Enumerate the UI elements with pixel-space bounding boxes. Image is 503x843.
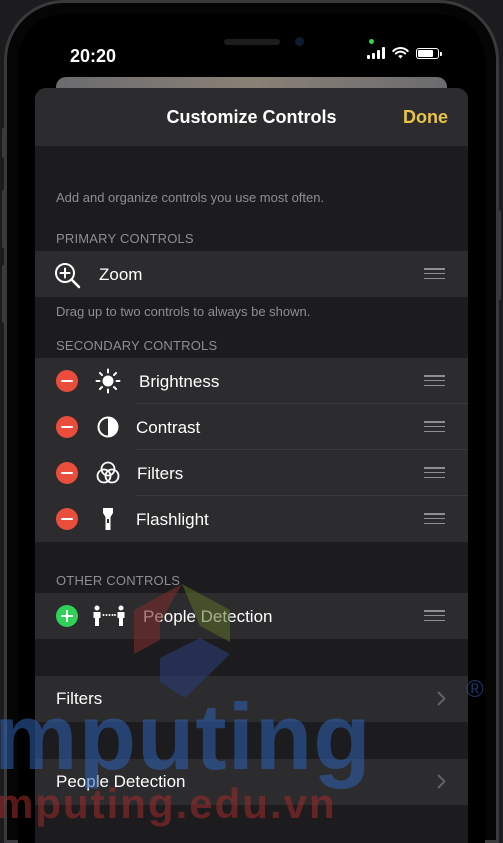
control-label-filters: Filters xyxy=(137,464,184,483)
add-people-detection-button[interactable] xyxy=(56,605,78,627)
customize-controls-sheet: Customize Controls Done Add and organize… xyxy=(35,88,468,843)
people-detection-icon xyxy=(92,605,126,627)
camera-in-use-indicator xyxy=(369,39,374,44)
cellular-signal-icon xyxy=(367,47,385,59)
zoom-icon xyxy=(54,262,81,289)
screen: 20:20 Customize Controls Done Add and or xyxy=(18,14,485,843)
wifi-icon xyxy=(392,47,409,59)
sheet-header: Customize Controls Done xyxy=(35,88,468,146)
control-label-people-detection: People Detection xyxy=(143,607,273,626)
nav-row-people-detection[interactable]: People Detection xyxy=(35,759,468,805)
status-icons xyxy=(367,47,442,59)
other-controls-header: OTHER CONTROLS xyxy=(56,573,181,588)
remove-flashlight-button[interactable] xyxy=(56,508,78,530)
control-label-brightness: Brightness xyxy=(139,372,220,391)
control-label-flashlight: Flashlight xyxy=(136,510,209,529)
nav-label-filters: Filters xyxy=(56,689,103,708)
flashlight-icon xyxy=(102,507,114,531)
earpiece-speaker xyxy=(224,39,280,45)
secondary-control-row-filters: Filters xyxy=(35,450,468,496)
primary-controls-header: PRIMARY CONTROLS xyxy=(56,231,194,246)
secondary-controls-header: SECONDARY CONTROLS xyxy=(56,338,218,353)
reorder-handle-icon[interactable] xyxy=(424,421,445,432)
reorder-handle-icon[interactable] xyxy=(424,610,445,621)
phone-frame: 20:20 Customize Controls Done Add and or xyxy=(0,0,503,843)
contrast-icon xyxy=(97,416,119,438)
primary-hint-text: Drag up to two controls to always be sho… xyxy=(56,304,311,319)
power-button xyxy=(497,210,501,300)
secondary-control-row-brightness: Brightness xyxy=(35,358,468,404)
battery-icon xyxy=(416,48,442,59)
reorder-handle-icon[interactable] xyxy=(424,375,445,386)
chevron-right-icon xyxy=(437,774,446,789)
other-control-row-people-detection: People Detection xyxy=(35,593,468,639)
remove-brightness-button[interactable] xyxy=(56,370,78,392)
filters-icon xyxy=(95,460,121,486)
front-camera xyxy=(295,37,304,46)
reorder-handle-icon[interactable] xyxy=(424,268,445,279)
nav-row-filters[interactable]: Filters xyxy=(35,676,468,722)
volume-up-button xyxy=(2,190,6,248)
secondary-control-row-contrast: Contrast xyxy=(35,404,468,450)
status-time: 20:20 xyxy=(70,46,117,66)
volume-down-button xyxy=(2,265,6,323)
mute-switch xyxy=(2,128,6,158)
brightness-icon xyxy=(95,368,121,394)
description-text: Add and organize controls you use most o… xyxy=(56,190,325,205)
reorder-handle-icon[interactable] xyxy=(424,513,445,524)
reorder-handle-icon[interactable] xyxy=(424,467,445,478)
primary-control-row-zoom: Zoom xyxy=(35,251,468,297)
secondary-control-row-flashlight: Flashlight xyxy=(35,496,468,542)
control-label-contrast: Contrast xyxy=(136,418,201,437)
battery-fill xyxy=(418,50,433,57)
control-label-zoom: Zoom xyxy=(99,265,143,284)
chevron-right-icon xyxy=(437,691,446,706)
remove-filters-button[interactable] xyxy=(56,462,78,484)
done-button[interactable]: Done xyxy=(403,107,448,128)
nav-label-people-detection: People Detection xyxy=(56,772,186,791)
remove-contrast-button[interactable] xyxy=(56,416,78,438)
